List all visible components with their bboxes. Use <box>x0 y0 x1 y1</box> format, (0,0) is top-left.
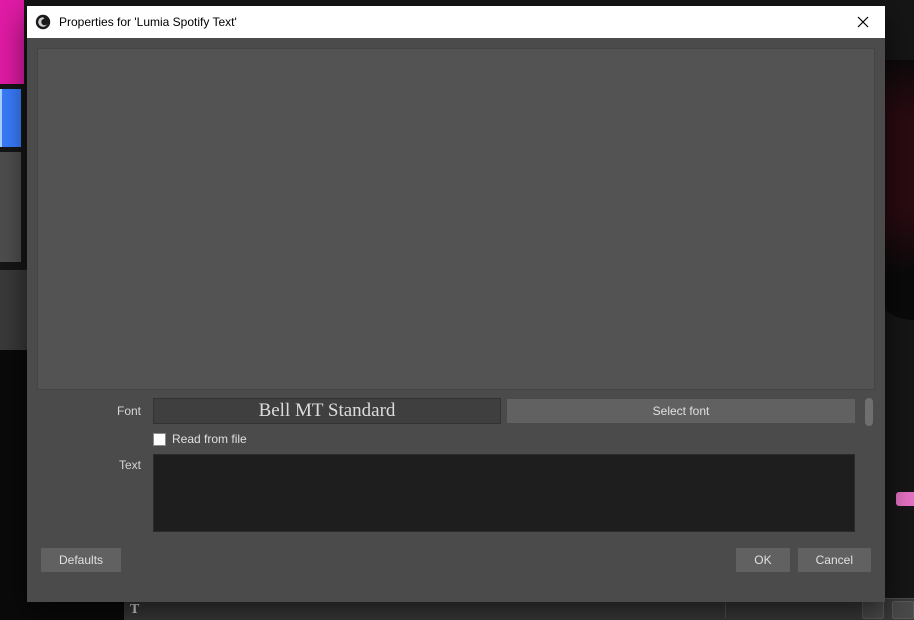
text-source-icon: T <box>130 603 144 617</box>
toolbar-separator <box>725 602 726 618</box>
background-magenta-strip <box>0 0 24 84</box>
scrollbar-thumb[interactable] <box>865 398 873 426</box>
select-font-button[interactable]: Select font <box>507 399 855 423</box>
text-row: Text <box>37 454 855 532</box>
window-title: Properties for 'Lumia Spotify Text' <box>59 15 237 29</box>
text-label: Text <box>37 454 147 472</box>
read-from-file-checkbox[interactable] <box>153 433 166 446</box>
properties-dialog: Properties for 'Lumia Spotify Text' Font… <box>27 6 885 602</box>
ok-button[interactable]: OK <box>736 548 789 572</box>
background-right-tag <box>896 492 914 506</box>
text-input[interactable] <box>153 454 855 532</box>
font-row: Font Bell MT Standard Select font <box>37 398 855 424</box>
form-area: Font Bell MT Standard Select font Read f… <box>37 398 875 532</box>
cancel-button[interactable]: Cancel <box>798 548 871 572</box>
obs-icon <box>35 14 51 30</box>
preview-area <box>37 48 875 390</box>
font-label: Font <box>37 404 147 418</box>
background-blue-strip <box>0 89 21 147</box>
dialog-body: Font Bell MT Standard Select font Read f… <box>27 38 885 602</box>
close-button[interactable] <box>841 6 885 38</box>
titlebar[interactable]: Properties for 'Lumia Spotify Text' <box>27 6 885 38</box>
dialog-footer: Defaults OK Cancel <box>37 540 875 580</box>
toolbar-button[interactable] <box>862 601 884 619</box>
read-from-file-row: Read from file <box>37 432 855 446</box>
defaults-button[interactable]: Defaults <box>41 548 121 572</box>
read-from-file-label: Read from file <box>172 432 247 446</box>
toolbar-button[interactable] <box>892 601 914 619</box>
background-gray-strip <box>0 152 21 262</box>
font-display[interactable]: Bell MT Standard <box>153 398 501 424</box>
